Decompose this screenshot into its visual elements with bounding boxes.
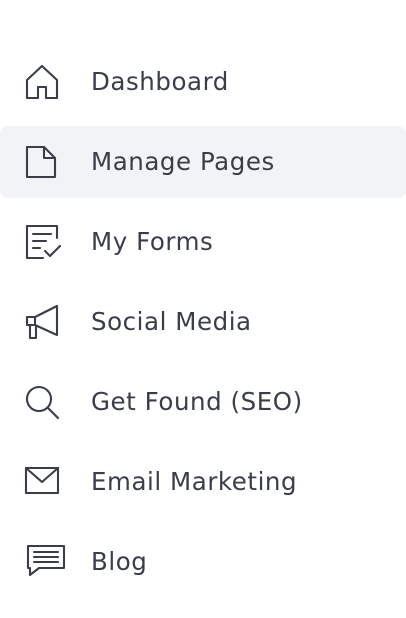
sidebar-item-blog[interactable]: Blog [0,526,406,598]
sidebar-item-label: Get Found (SEO) [91,387,303,416]
form-check-icon [24,224,62,260]
sidebar-item-social-media[interactable]: Social Media [0,286,406,358]
home-icon [24,64,60,100]
sidebar-item-label: Email Marketing [91,467,298,496]
sidebar-item-label: My Forms [91,227,214,256]
sidebar-nav: Dashboard Manage Pages My Forms Social M… [0,0,406,618]
sidebar-item-dashboard[interactable]: Dashboard [0,46,406,118]
page-icon [24,144,60,180]
search-icon [24,384,60,420]
sidebar-item-get-found[interactable]: Get Found (SEO) [0,366,406,438]
sidebar-item-label: Dashboard [91,67,229,96]
chat-bubble-icon [24,544,66,580]
sidebar-item-email-marketing[interactable]: Email Marketing [0,446,406,518]
megaphone-icon [24,304,60,340]
sidebar-item-label: Social Media [91,307,252,336]
sidebar-item-label: Manage Pages [91,147,275,176]
sidebar-item-manage-pages[interactable]: Manage Pages [0,126,406,198]
sidebar-item-label: Blog [91,547,148,576]
envelope-icon [24,464,60,500]
sidebar-item-my-forms[interactable]: My Forms [0,206,406,278]
